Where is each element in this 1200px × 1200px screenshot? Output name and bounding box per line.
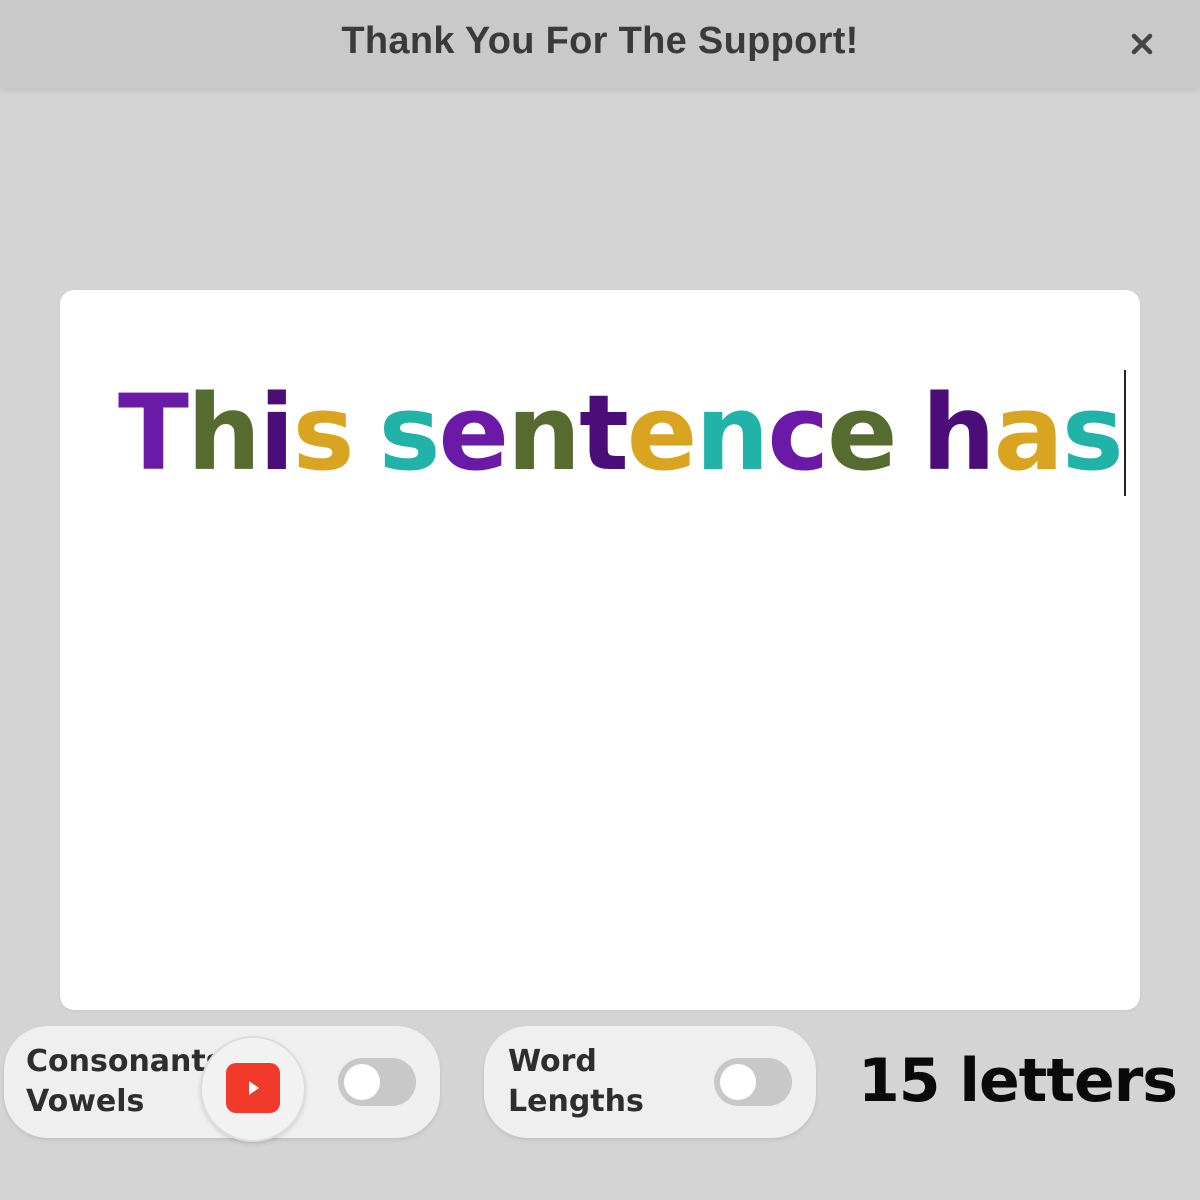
word-label: Word	[508, 1044, 597, 1079]
sentence-letter: n	[695, 372, 769, 494]
sentence-letter: e	[626, 372, 698, 494]
sentence-letter: e	[438, 372, 509, 494]
space-char	[353, 372, 379, 494]
word-lengths-toggle[interactable]	[714, 1058, 792, 1106]
sentence-letter: s	[378, 372, 441, 494]
toggle-knob	[720, 1064, 756, 1100]
letter-count: 15 letters	[858, 1046, 1178, 1116]
sentence-letter: h	[186, 372, 261, 494]
toggle-knob	[344, 1064, 380, 1100]
consonants-label: Consonants	[26, 1044, 224, 1079]
sentence-letter: i	[259, 372, 295, 494]
sentence-letter: a	[993, 372, 1064, 494]
youtube-play-icon	[226, 1063, 280, 1113]
consonants-vowels-toggle[interactable]	[338, 1058, 416, 1106]
video-button[interactable]	[200, 1036, 306, 1142]
sentence-letter: s	[292, 372, 355, 494]
sentence-letter: s	[1061, 372, 1124, 494]
text-caret	[1123, 370, 1126, 496]
lengths-label: Lengths	[508, 1084, 644, 1119]
support-banner: Thank You For The Support!	[0, 0, 1200, 88]
space-char	[896, 372, 922, 494]
colored-sentence[interactable]: This sentence has	[118, 368, 1126, 498]
banner-title: Thank You For The Support!	[341, 20, 859, 62]
sentence-letter: c	[767, 372, 829, 494]
sentence-letter: t	[579, 372, 629, 494]
word-lengths-panel: Word Lengths	[484, 1026, 816, 1138]
text-editor[interactable]: This sentence has	[60, 290, 1140, 1010]
sentence-letter: T	[118, 372, 189, 494]
sentence-letter: n	[507, 372, 581, 494]
sentence-letter: h	[921, 372, 996, 494]
sentence-letter: e	[827, 372, 898, 494]
close-icon[interactable]	[1120, 22, 1164, 66]
vowels-label: Vowels	[26, 1084, 145, 1119]
